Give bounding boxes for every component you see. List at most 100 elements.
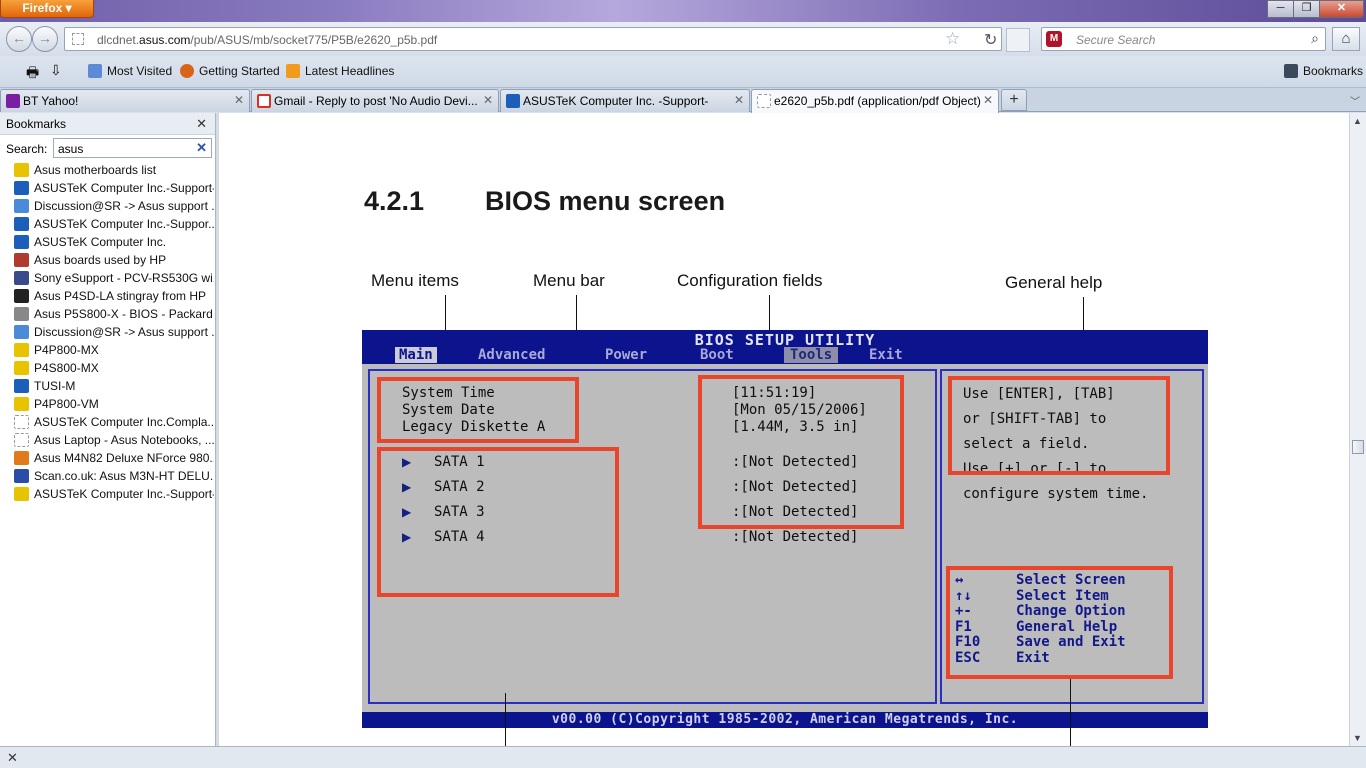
addon-flag-icon[interactable] — [1006, 28, 1030, 52]
bookmarks-menu-item[interactable]: Bookmarks — [1284, 64, 1363, 78]
bios-menu-tools: Tools — [784, 347, 839, 363]
search-engine-icon[interactable]: M — [1046, 31, 1062, 47]
minimize-button[interactable]: ─ — [1267, 0, 1294, 18]
vertical-scrollbar[interactable]: ▲ ▼ — [1349, 113, 1366, 746]
asus-support-icon — [14, 181, 29, 195]
scrollbar-thumb[interactable] — [1352, 440, 1364, 454]
sidebar-search-label: Search: — [6, 142, 48, 156]
bios-menu-bar: BIOS SETUP UTILITY Main Advanced Power B… — [362, 330, 1208, 364]
status-close-icon[interactable]: ✕ — [7, 750, 18, 766]
bookmark-item[interactable]: Discussion@SR -> Asus support ... — [0, 197, 215, 215]
url-host: asus.com — [139, 33, 191, 47]
back-button[interactable]: ← — [6, 26, 32, 52]
tab-close-icon[interactable]: ✕ — [483, 93, 493, 107]
bookmark-label: Discussion@SR -> Asus support ... — [34, 199, 214, 213]
blank-page-icon — [14, 415, 29, 429]
firefox-menu-button[interactable]: Firefox ▾ — [0, 0, 94, 18]
url-bar[interactable]: dlcdnet.asus.com/pub/ASUS/mb/socket775/P… — [64, 27, 1002, 51]
leader-line — [576, 295, 577, 331]
tab-bt-yahoo[interactable]: BT Yahoo! ✕ — [0, 89, 250, 112]
tab-gmail[interactable]: Gmail - Reply to post 'No Audio Devi... … — [251, 89, 499, 112]
bookmarks-star-icon — [1284, 64, 1298, 78]
asus-support-icon — [14, 235, 29, 249]
tab-label: ASUSTeK Computer Inc. -Support- — [523, 94, 709, 108]
tab-asus-support[interactable]: ASUSTeK Computer Inc. -Support- ✕ — [500, 89, 750, 112]
bookmark-item[interactable]: P4P800-MX — [0, 341, 215, 359]
bookmark-label: ASUSTeK Computer Inc.-Support- — [34, 181, 214, 195]
bookmark-search-value: asus — [58, 142, 84, 156]
scan-icon — [14, 469, 29, 483]
list-all-tabs-icon[interactable]: ﹀ — [1350, 93, 1360, 108]
blank-page-icon — [757, 94, 771, 108]
bookmark-label: Asus Laptop - Asus Notebooks, ... — [34, 433, 214, 447]
getting-started-item[interactable]: Getting Started — [180, 64, 280, 78]
bookmark-item[interactable]: Scan.co.uk: Asus M3N-HT DELU... — [0, 467, 215, 485]
asus-support-icon — [14, 379, 29, 393]
bookmark-item[interactable]: ASUSTeK Computer Inc.-Suppor... — [0, 215, 215, 233]
callout-general-help: General help — [1005, 273, 1103, 292]
bookmark-label: P4P800-VM — [34, 397, 99, 411]
bookmark-item[interactable]: Discussion@SR -> Asus support ... — [0, 323, 215, 341]
bookmark-item[interactable]: Asus M4N82 Deluxe NForce 980... — [0, 449, 215, 467]
forward-button[interactable]: → — [32, 26, 58, 52]
new-tab-button[interactable]: + — [1001, 89, 1027, 111]
tab-pdf-object[interactable]: e2620_p5b.pdf (application/pdf Object) ✕ — [751, 89, 999, 113]
bookmark-item[interactable]: Asus P5S800-X - BIOS - Packard ... — [0, 305, 215, 323]
bios-menu-boot: Boot — [700, 347, 734, 363]
rss-icon — [286, 64, 300, 78]
search-box[interactable]: M Secure Search ⌕ — [1041, 27, 1326, 51]
sidebar-title: Bookmarks — [6, 117, 67, 131]
tab-close-icon[interactable]: ✕ — [234, 93, 244, 107]
bookmark-list: Asus motherboards list ASUSTeK Computer I… — [0, 161, 215, 503]
sidebar-search-row: Search: asus ✕ — [0, 135, 215, 161]
bookmark-item[interactable]: TUSI-M — [0, 377, 215, 395]
tab-close-icon[interactable]: ✕ — [983, 93, 993, 107]
tab-close-icon[interactable]: ✕ — [734, 93, 744, 107]
scroll-up-arrow-icon[interactable]: ▲ — [1353, 116, 1362, 126]
download-icon[interactable]: ⇩ — [50, 62, 62, 79]
bookmark-item[interactable]: ASUSTeK Computer Inc. — [0, 233, 215, 251]
bookmark-search-input[interactable]: asus ✕ — [53, 138, 212, 158]
bookmark-item[interactable]: ASUSTeK Computer Inc.Compla... — [0, 413, 215, 431]
bookmark-label: TUSI-M — [34, 379, 76, 393]
tab-label: Gmail - Reply to post 'No Audio Devi... — [274, 94, 478, 108]
bookmark-item[interactable]: P4P800-VM — [0, 395, 215, 413]
gmail-icon — [257, 94, 271, 108]
bookmark-item[interactable]: P4S800-MX — [0, 359, 215, 377]
latest-headlines-item[interactable]: Latest Headlines — [286, 64, 394, 78]
bookmark-label: Asus boards used by HP — [34, 253, 167, 267]
bookmark-item[interactable]: Sony eSupport - PCV-RS530G wi... — [0, 269, 215, 287]
home-button[interactable]: ⌂ — [1332, 27, 1360, 51]
url-prefix: dlcdnet. — [97, 33, 140, 47]
bios-menu-exit: Exit — [869, 347, 903, 363]
bookmark-item[interactable]: Asus boards used by HP — [0, 251, 215, 269]
bookmark-label: ASUSTeK Computer Inc. — [34, 235, 167, 249]
print-icon[interactable]: 🖶 — [26, 62, 39, 86]
bookmark-item[interactable]: Asus P4SD-LA stingray from HP — [0, 287, 215, 305]
sidebar-close-icon[interactable]: ✕ — [196, 116, 207, 132]
highlight-box-navigation-keys — [946, 566, 1173, 679]
maximize-button[interactable]: ❐ — [1293, 0, 1320, 18]
url-text[interactable]: dlcdnet.asus.com/pub/ASUS/mb/socket775/P… — [97, 33, 437, 47]
clear-search-icon[interactable]: ✕ — [196, 140, 207, 156]
bookmark-star-icon[interactable]: ☆ — [945, 29, 960, 49]
bookmark-label: Asus P4SD-LA stingray from HP — [34, 289, 207, 303]
most-visited-item[interactable]: Most Visited — [88, 64, 172, 78]
bookmark-label: ASUSTeK Computer Inc.-Support- — [34, 487, 214, 501]
close-window-button[interactable]: ✕ — [1319, 0, 1364, 18]
bookmark-item[interactable]: Asus Laptop - Asus Notebooks, ... — [0, 431, 215, 449]
bios-value-sata-4: :[Not Detected] — [732, 529, 859, 545]
blank-page-icon — [14, 433, 29, 447]
search-icon[interactable]: ⌕ — [1311, 30, 1319, 47]
callout-menu-items: Menu items — [371, 271, 459, 290]
sony-icon — [14, 271, 29, 285]
site-identity-icon[interactable] — [72, 33, 84, 45]
window-titlebar: Firefox ▾ ─ ❐ ✕ — [0, 0, 1366, 22]
storagereview-icon — [14, 199, 29, 213]
scroll-down-arrow-icon[interactable]: ▼ — [1353, 733, 1362, 743]
reload-icon[interactable]: ↻ — [984, 30, 997, 50]
bookmark-label: Discussion@SR -> Asus support ... — [34, 325, 214, 339]
bookmark-item[interactable]: ASUSTeK Computer Inc.-Support- — [0, 179, 215, 197]
bookmark-item[interactable]: Asus motherboards list — [0, 161, 215, 179]
bookmark-item[interactable]: ASUSTeK Computer Inc.-Support- — [0, 485, 215, 503]
